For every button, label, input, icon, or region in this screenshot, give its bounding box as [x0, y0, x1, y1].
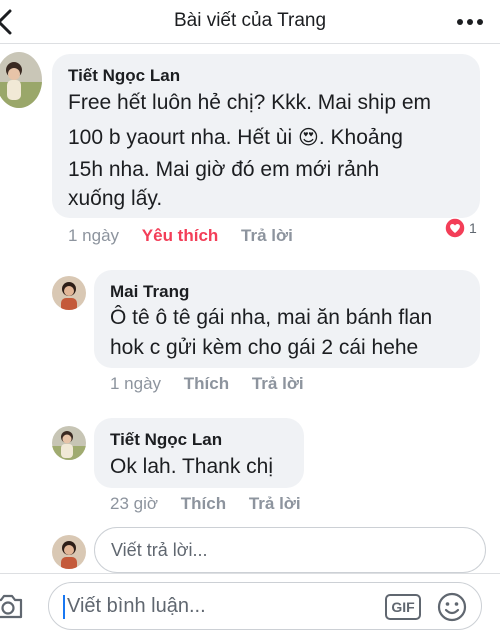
comment-text-line: 100 b yaourt nha. Hết ùi 😍. Khoảng	[68, 122, 403, 154]
heart-eyes-emoji: 😍	[298, 127, 319, 149]
comment-text-line: 15h nha. Mai giờ đó em mới rảnh	[68, 158, 380, 181]
page-title: Bài viết của Trang	[173, 10, 327, 31]
comment-placeholder: Viết bình luận...	[67, 595, 206, 617]
emoji-icon[interactable]	[437, 592, 467, 622]
reply-placeholder: Viết trả lời...	[111, 540, 208, 560]
like-button[interactable]: Thích	[184, 374, 229, 393]
comment-bar: Viết bình luận... GIF	[0, 573, 500, 640]
avatar[interactable]	[52, 276, 86, 310]
gif-button[interactable]: GIF	[385, 594, 421, 620]
reaction-count: 1	[469, 220, 477, 236]
reply-button[interactable]: Trả lời	[252, 374, 304, 393]
comment-text-line: Ô tê ô tê gái nha, mai ăn bánh flan	[110, 306, 433, 329]
reaction-summary[interactable]: 1	[444, 217, 477, 239]
comment-text-line: hok c gửi kèm cho gái 2 cái hehe	[110, 336, 419, 359]
comment-meta: 1 ngày Yêu thích Trả lời	[68, 226, 311, 246]
camera-icon[interactable]	[0, 591, 24, 621]
comment-input[interactable]: Viết bình luận... GIF	[48, 582, 482, 630]
comment-text-segment: Khoảng	[330, 126, 403, 149]
comment-author[interactable]: Tiết Ngọc Lan	[110, 430, 222, 450]
like-button[interactable]: Yêu thích	[142, 226, 219, 245]
comment-author[interactable]: Mai Trang	[110, 282, 189, 302]
reply-button[interactable]: Trả lời	[249, 494, 301, 513]
reply-button[interactable]: Trả lời	[241, 226, 293, 245]
more-options-icon[interactable]	[456, 12, 484, 32]
avatar[interactable]	[0, 52, 42, 108]
comment-meta: 23 giờ Thích Trả lời	[110, 494, 319, 514]
comment-time: 1 ngày	[110, 374, 162, 393]
comment-text-line: Ok lah. Thank chị	[110, 455, 274, 478]
comment-time: 1 ngày	[68, 226, 120, 245]
comment-text-segment: 100 b yaourt nha. Hết ùi	[68, 126, 293, 149]
text-caret	[63, 595, 65, 619]
avatar	[52, 535, 86, 569]
reply-input[interactable]: Viết trả lời...	[94, 527, 486, 573]
comment-author[interactable]: Tiết Ngọc Lan	[68, 66, 180, 86]
comment-text-segment: .	[318, 126, 331, 149]
like-button[interactable]: Thích	[181, 494, 226, 513]
love-reaction-icon	[444, 217, 466, 239]
comment-text-line: Free hết luôn hẻ chị? Kkk. Mai ship em	[68, 91, 432, 114]
comment-meta: 1 ngày Thích Trả lời	[110, 374, 322, 394]
avatar[interactable]	[52, 426, 86, 460]
comment-time: 23 giờ	[110, 494, 159, 513]
comment-text-line: xuống lấy.	[68, 187, 163, 210]
top-bar: Bài viết của Trang	[0, 0, 500, 44]
